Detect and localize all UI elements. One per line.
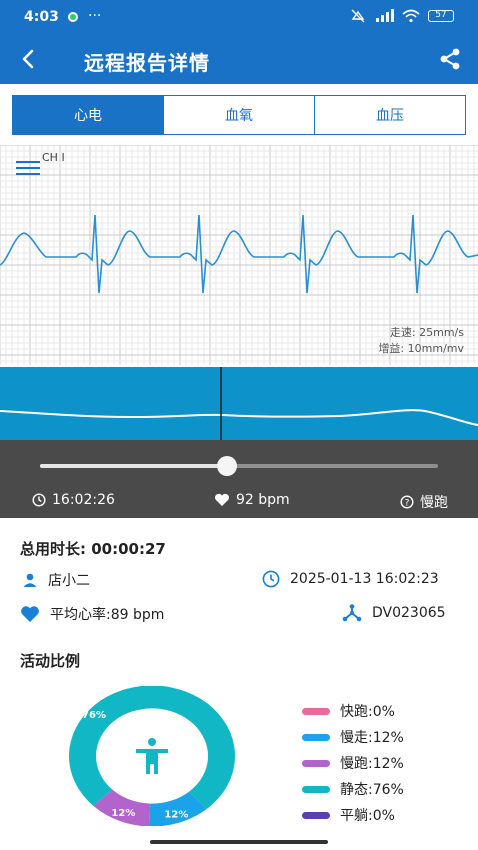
share-icon[interactable] [436, 45, 464, 73]
user-icon [23, 573, 37, 587]
overview-trend [0, 367, 478, 440]
heart-icon [21, 606, 39, 622]
legend-swatch [302, 811, 330, 819]
legend-item-slow-walk: 慢走:12% [302, 724, 404, 750]
playback-time: 16:02:26 [32, 492, 115, 508]
legend-label: 慢跑:12% [340, 756, 404, 772]
clock-icon [262, 570, 280, 588]
ecg-settings: 走速: 25mm/s 增益: 10mm/mv [378, 325, 464, 357]
legend-label: 平躺:0% [340, 808, 395, 824]
report-datetime: 2025-01-13 16:02:23 [290, 571, 439, 587]
status-time: 4:03 [24, 9, 59, 25]
app-notification-icon [68, 12, 78, 22]
legend-swatch [302, 785, 330, 793]
legend-swatch [302, 707, 330, 715]
signal-icon [376, 9, 394, 22]
avg-hr-row: 平均心率:89 bpm [20, 604, 164, 624]
average-heart-rate: 平均心率:89 bpm [50, 607, 165, 623]
menu-icon[interactable] [14, 157, 42, 177]
device-network-icon [342, 604, 362, 622]
playback-slider[interactable] [40, 456, 438, 476]
channel-label: CH I [42, 151, 65, 164]
svg-text:?: ? [405, 498, 410, 508]
heart-icon [215, 493, 229, 506]
home-indicator[interactable] [150, 840, 328, 844]
playback-activity-value: 慢跑 [420, 495, 448, 511]
legend-label: 快跑:0% [340, 704, 395, 720]
donut-slice [69, 686, 235, 809]
datetime-row: 2025-01-13 16:02:23 [262, 570, 439, 588]
legend-item-jog: 慢跑:12% [302, 750, 404, 776]
report-tabs: 心电 血氧 血压 [12, 95, 466, 135]
legend-swatch [302, 759, 330, 767]
donut-slice-label: 12% [111, 808, 135, 819]
device-id: DV023065 [372, 605, 446, 621]
battery-icon: 57 [428, 10, 454, 22]
user-row: 店小二 [22, 570, 90, 590]
mute-icon [351, 9, 365, 23]
ecg-overview-strip[interactable] [0, 367, 478, 440]
total-duration: 总用时长: 00:00:27 [20, 540, 166, 558]
nav-bar: 远程报告详情 [0, 36, 478, 84]
ecg-speed: 走速: 25mm/s [389, 326, 464, 339]
user-name: 店小二 [48, 573, 90, 589]
playback-control: 16:02:26 92 bpm ? 慢跑 [0, 440, 478, 518]
tab-blood-pressure[interactable]: 血压 [315, 96, 465, 134]
legend-item-lying: 平躺:0% [302, 802, 404, 828]
slider-thumb[interactable] [217, 456, 238, 476]
person-icon [136, 738, 168, 774]
tab-ecg[interactable]: 心电 [13, 96, 164, 134]
ecg-chart: CH I 走速: 25mm/s 增益: 10mm/mv [0, 145, 478, 365]
legend-item-static: 静态:76% [302, 776, 404, 802]
status-bar: 4:03 ··· 57 [0, 0, 478, 36]
slider-fill [40, 464, 228, 468]
legend-label: 慢走:12% [340, 730, 404, 746]
donut-slice-label: 76% [82, 710, 106, 721]
activity-ratio-title: 活动比例 [20, 652, 81, 670]
playback-time-value: 16:02:26 [52, 492, 115, 508]
report-details: 总用时长: 00:00:27 店小二 2025-01-13 16:02:23 平… [0, 518, 478, 850]
more-notifications-icon: ··· [88, 8, 102, 24]
activity-donut-chart: 76% 12% 12% [69, 686, 235, 826]
page-title: 远程报告详情 [84, 51, 210, 75]
tab-blood-oxygen[interactable]: 血氧 [164, 96, 315, 134]
playback-bpm-value: 92 bpm [236, 492, 290, 508]
back-arrow-icon[interactable] [14, 44, 44, 74]
device-row: DV023065 [342, 604, 446, 622]
legend-item-fast-run: 快跑:0% [302, 698, 404, 724]
ecg-gain: 增益: 10mm/mv [378, 342, 464, 355]
playback-activity: ? 慢跑 [400, 492, 448, 512]
playback-heart-rate: 92 bpm [214, 492, 290, 508]
help-icon: ? [400, 495, 414, 509]
activity-legend: 快跑:0% 慢走:12% 慢跑:12% 静态:76% 平躺:0% [302, 698, 404, 828]
legend-swatch [302, 733, 330, 741]
wifi-icon [402, 9, 420, 23]
legend-label: 静态:76% [340, 782, 404, 798]
donut-slice-label: 12% [164, 810, 188, 821]
clock-icon [32, 493, 46, 507]
status-icons: 57 [350, 9, 454, 23]
